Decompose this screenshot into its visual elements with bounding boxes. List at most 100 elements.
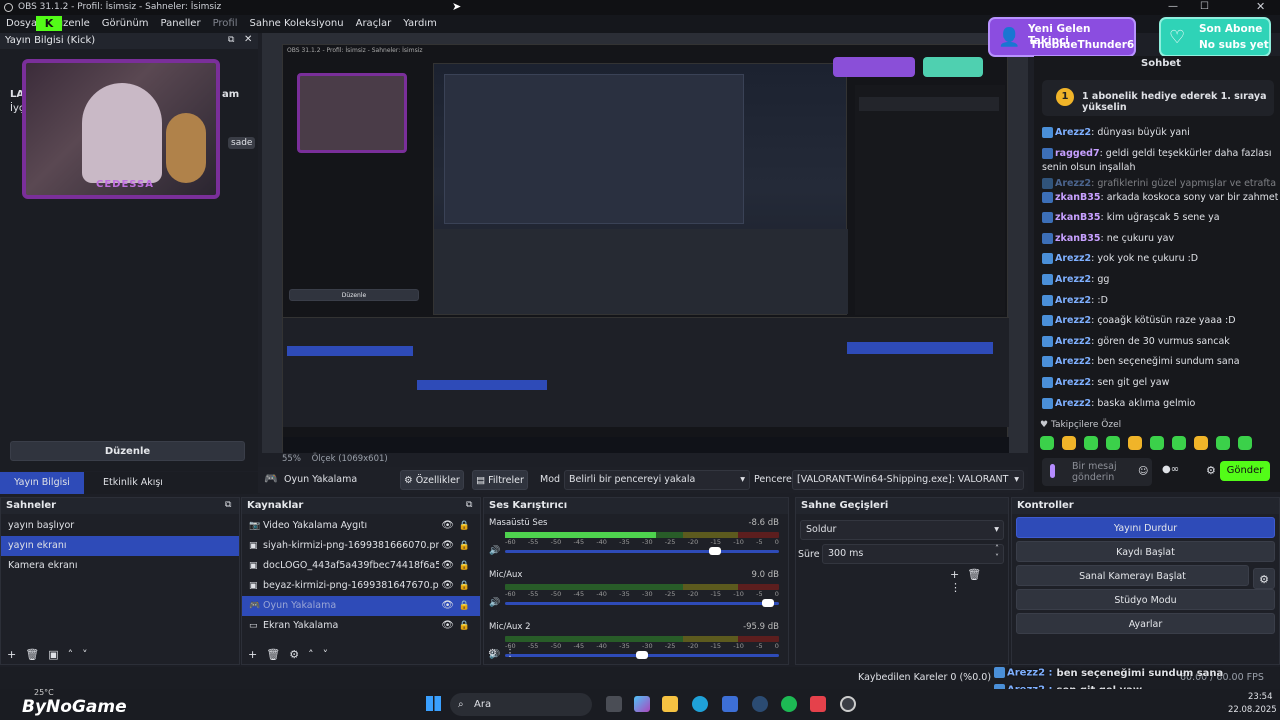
settings-button[interactable]: Ayarlar xyxy=(1016,613,1275,634)
transition-menu-icon[interactable]: ⋮ xyxy=(950,581,969,594)
menu-docks[interactable]: Paneller xyxy=(161,15,201,33)
edit-button[interactable]: Düzenle xyxy=(10,441,245,461)
studio-mode-button[interactable]: Stüdyo Modu xyxy=(1016,589,1275,610)
menu-help[interactable]: Yardım xyxy=(403,15,437,33)
volume-knob[interactable] xyxy=(709,547,722,555)
spotify-icon[interactable] xyxy=(781,696,797,712)
add-scene-icon[interactable]: + xyxy=(7,648,25,661)
source-item[interactable]: ▣ siyah-kirmizi-png-1699381666070.png 👁 🔒 xyxy=(242,536,480,556)
visibility-eye-icon[interactable]: 👁 xyxy=(441,556,454,576)
scene-item[interactable]: yayın ekranı xyxy=(1,536,239,556)
scene-filters-icon[interactable]: ▣ xyxy=(48,648,67,661)
source-item[interactable]: ▭ Ekran Yakalama 👁 🔒 xyxy=(242,616,480,636)
emote-icon[interactable] xyxy=(1150,436,1164,450)
chat-username[interactable]: Arezz2 xyxy=(1055,377,1091,388)
volume-slider[interactable] xyxy=(505,651,779,659)
emote-icon[interactable] xyxy=(1128,436,1142,450)
volume-slider[interactable] xyxy=(505,547,779,555)
move-up-icon[interactable]: ˄ xyxy=(68,648,83,661)
stop-streaming-button[interactable]: Yayını Durdur xyxy=(1016,517,1275,538)
emote-icon[interactable] xyxy=(1084,436,1098,450)
remove-transition-icon[interactable]: 🗑 xyxy=(967,568,989,581)
remove-scene-icon[interactable]: 🗑 xyxy=(25,648,48,661)
task-view-icon[interactable] xyxy=(606,696,622,712)
emote-icon[interactable] xyxy=(1106,436,1120,450)
preview-canvas[interactable]: OBS 31.1.2 - Profil: İsimsiz - Sahneler:… xyxy=(262,33,1028,464)
steam-icon[interactable] xyxy=(752,696,768,712)
lock-icon[interactable]: 🔒 xyxy=(459,516,470,536)
copilot-icon[interactable] xyxy=(634,696,650,712)
emote-icon[interactable] xyxy=(1216,436,1230,450)
chat-input[interactable]: Bir mesaj gönderin ☺ xyxy=(1042,458,1152,486)
windows-start-icon[interactable] xyxy=(426,696,441,711)
visibility-eye-icon[interactable]: 👁 xyxy=(441,536,454,556)
maximize-icon[interactable]: ☐ xyxy=(1200,1,1209,12)
edge-icon[interactable] xyxy=(692,696,708,712)
dock-float-icon[interactable]: ⧉ xyxy=(466,500,472,510)
chat-username[interactable]: Arezz2 xyxy=(1055,274,1091,285)
mixer-settings-icon[interactable]: ⚙ xyxy=(488,648,505,659)
taskbar-search[interactable]: ⌕ Ara xyxy=(450,693,592,716)
chat-username[interactable]: Arezz2 xyxy=(1055,295,1091,306)
lock-icon[interactable]: 🔒 xyxy=(459,556,470,576)
move-down-icon[interactable]: ˅ xyxy=(323,648,338,661)
move-down-icon[interactable]: ˅ xyxy=(82,648,97,661)
mixer-menu-icon[interactable]: ⋮ xyxy=(505,648,523,659)
chat-username[interactable]: Arezz2 xyxy=(1055,356,1091,367)
source-item[interactable]: 📷 Video Yakalama Aygıtı 👁 🔒 xyxy=(242,516,480,536)
chat-username[interactable]: Arezz2 xyxy=(1055,127,1091,138)
visibility-eye-icon[interactable]: 👁 xyxy=(441,596,454,616)
chat-username[interactable]: zkanB35 xyxy=(1055,233,1100,244)
emote-icon[interactable] xyxy=(1172,436,1186,450)
chat-username[interactable]: Arezz2 xyxy=(1055,336,1091,347)
lock-icon[interactable]: 🔒 xyxy=(459,536,470,556)
valorant-icon[interactable] xyxy=(810,696,826,712)
emote-icon[interactable] xyxy=(1062,436,1076,450)
lock-icon[interactable]: 🔒 xyxy=(459,616,470,636)
menu-file[interactable]: Dosya xyxy=(6,15,37,33)
start-virtual-camera-button[interactable]: Sanal Kamerayı Başlat xyxy=(1016,565,1249,586)
chat-username[interactable]: Arezz2 xyxy=(1055,315,1091,326)
scene-item[interactable]: yayın başlıyor xyxy=(1,516,239,536)
dock-float-icon[interactable]: ⧉ xyxy=(225,500,231,510)
add-transition-icon[interactable]: + xyxy=(950,568,967,581)
dock-float-icon[interactable]: ⧉ xyxy=(228,35,234,45)
chat-username[interactable]: ragged7 xyxy=(1055,148,1100,159)
move-up-icon[interactable]: ˄ xyxy=(308,648,323,661)
lock-icon[interactable]: 🔒 xyxy=(459,596,470,616)
start-recording-button[interactable]: Kaydı Başlat xyxy=(1016,541,1275,562)
source-properties-icon[interactable]: ⚙ xyxy=(289,648,308,661)
window-select[interactable]: [VALORANT-Win64-Shipping.exe]: VALORANT ▾ xyxy=(792,470,1024,490)
volume-knob[interactable] xyxy=(636,651,648,659)
emoji-icon[interactable]: ☺ xyxy=(1138,466,1148,477)
tab-activity-feed[interactable]: Etkinlik Akışı (KİCK) xyxy=(90,472,176,510)
chat-username[interactable]: zkanB35 xyxy=(1055,192,1100,203)
emote-icon[interactable] xyxy=(1040,436,1054,450)
source-item[interactable]: ▣ docLOGO_443af5a439fbec74418f6a5b0dd0👁🔒 xyxy=(242,556,480,576)
emote-icon[interactable] xyxy=(1238,436,1252,450)
remove-source-icon[interactable]: 🗑 xyxy=(266,648,289,661)
visibility-eye-icon[interactable]: 👁 xyxy=(441,576,454,596)
virtual-camera-settings-icon[interactable]: ⚙ xyxy=(1253,568,1275,589)
filters-button[interactable]: ▤ Filtreler xyxy=(472,470,528,490)
lock-icon[interactable]: 🔒 xyxy=(459,576,470,596)
minimize-icon[interactable]: — xyxy=(1168,1,1178,12)
obs-taskbar-icon[interactable] xyxy=(840,696,856,712)
add-source-icon[interactable]: + xyxy=(248,648,266,661)
chat-username[interactable]: Arezz2 xyxy=(1055,398,1091,409)
scene-item[interactable]: Kamera ekranı xyxy=(1,556,239,576)
file-explorer-icon[interactable] xyxy=(662,696,678,712)
spin-icon[interactable]: ˄ ˅ xyxy=(995,544,999,562)
emote-icon[interactable] xyxy=(1194,436,1208,450)
speaker-icon[interactable]: 🔊 xyxy=(489,598,500,608)
source-item[interactable]: ▣ beyaz-kirmizi-png-1699381647670.png 👁 🔒 xyxy=(242,576,480,596)
speaker-icon[interactable]: 🔊 xyxy=(489,546,500,556)
chat-username[interactable]: Arezz2 xyxy=(1055,178,1091,189)
chat-username[interactable]: Arezz2 xyxy=(1055,253,1091,264)
chat-username[interactable]: zkanB35 xyxy=(1055,212,1100,223)
menu-scene-collection[interactable]: Sahne Koleksiyonu xyxy=(250,15,344,33)
chat-extra-icon[interactable]: ●∞ xyxy=(1162,464,1179,475)
send-button[interactable]: Gönder xyxy=(1220,461,1270,481)
tab-stream-info[interactable]: Yayın Bilgisi (Kick) xyxy=(0,472,84,510)
store-icon[interactable] xyxy=(722,696,738,712)
